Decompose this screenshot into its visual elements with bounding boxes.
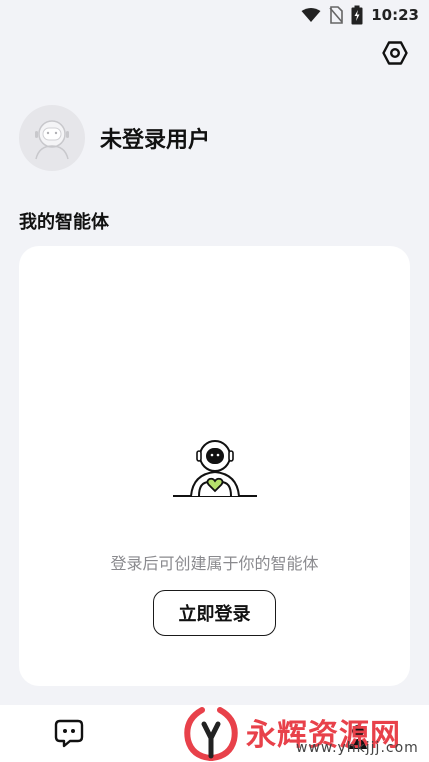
username: 未登录用户: [100, 128, 211, 153]
chat-icon: [54, 719, 84, 748]
watermark-logo-icon: [184, 707, 238, 761]
settings-hexagon-icon: [382, 41, 408, 65]
wifi-icon: [301, 8, 321, 22]
login-button[interactable]: 立即登录: [153, 590, 276, 636]
battery-charging-icon: [351, 5, 363, 25]
agents-card: 登录后可创建属于你的智能体 立即登录: [19, 246, 410, 686]
empty-state-message: 登录后可创建属于你的智能体: [110, 554, 319, 573]
watermark: 永辉资源网 www.yhkjjj.com: [180, 706, 418, 762]
status-bar: 10:23: [0, 0, 429, 30]
avatar[interactable]: [19, 105, 85, 171]
robot-avatar-icon: [35, 120, 69, 160]
astronaut-heart-mascot: [173, 440, 257, 497]
no-sim-icon: [329, 6, 344, 24]
settings-button[interactable]: [382, 40, 408, 66]
nav-chat[interactable]: [54, 718, 84, 752]
section-title: 我的智能体: [19, 212, 109, 233]
profile-header[interactable]: 未登录用户: [19, 105, 210, 171]
status-time: 10:23: [371, 6, 419, 24]
watermark-url: www.yhkjjj.com: [296, 740, 419, 756]
